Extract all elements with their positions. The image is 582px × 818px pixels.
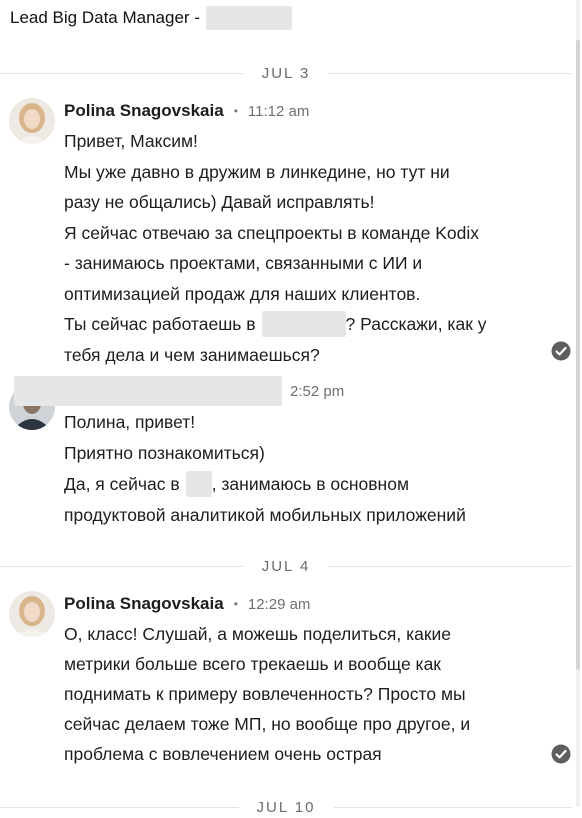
separator-dot: •: [233, 104, 238, 118]
date-separator: JUL 4: [0, 555, 573, 577]
timestamp: 2:52 pm: [290, 382, 345, 400]
redacted-block: [185, 471, 212, 497]
conversation-header: Lead Big Data Manager -: [10, 6, 292, 30]
message-line: Приятно познакомиться): [64, 443, 265, 463]
message-line: проблема с вовлечением очень острая: [64, 744, 382, 764]
message-fragment: Ты сейчас работаешь в: [64, 314, 256, 334]
message-line: оптимизацией продаж для наших клиентов.: [64, 284, 421, 304]
date-label: JUL 3: [261, 64, 311, 82]
message-line: Полина, привет!: [64, 412, 196, 432]
message-line: Я сейчас отвечаю за спецпроекты в команд…: [64, 223, 480, 243]
message-item: Polina Snagovskaia • 11:12 am Привет, Ма…: [0, 96, 572, 366]
message-line: - занимаюсь проектами, связанными с ИИ и: [64, 253, 423, 273]
message-fragment: ? Расскажи, как у: [345, 314, 487, 334]
scrollbar[interactable]: [576, 0, 580, 807]
timestamp: 11:12 am: [247, 102, 310, 120]
sender-name[interactable]: Polina Snagovskaia: [64, 101, 224, 121]
message-line: тебя дела и чем занимаешься?: [64, 345, 320, 365]
message-line: О, класс! Слушай, а можешь поделиться, к…: [64, 624, 452, 644]
message-item: 2:52 pm Полина, привет! Приятно познаком…: [0, 376, 572, 536]
message-line: Мы уже давно в дружим в линкедине, но ту…: [64, 162, 450, 182]
message-fragment: Да, я сейчас в: [64, 474, 180, 494]
message-line: метрики больше всего трекаешь и вообще к…: [64, 654, 441, 674]
avatar[interactable]: [9, 98, 55, 144]
message-line: продуктовой аналитикой мобильных приложе…: [64, 505, 466, 525]
separator-dot: •: [233, 597, 238, 611]
header-title: Lead Big Data Manager -: [10, 8, 200, 27]
message-line: Да, я сейчас в , занимаюсь в основном: [64, 469, 409, 499]
message-header: Polina Snagovskaia • 11:12 am: [64, 98, 309, 124]
date-label: JUL 4: [261, 557, 311, 575]
message-line: поднимать к примеру вовлеченность? Прост…: [64, 684, 466, 704]
check-circle-icon: [551, 744, 571, 764]
date-separator: JUL 10: [0, 796, 573, 818]
redacted-block: [205, 6, 292, 30]
message-line: разу не общались) Давай исправлять!: [64, 192, 375, 212]
message-line: сейчас делаем тоже МП, но вообще про дру…: [64, 714, 471, 734]
check-circle-icon: [551, 341, 571, 361]
message-line: Ты сейчас работаешь в ? Расскажи, как у: [64, 309, 486, 339]
redacted-block: [261, 311, 346, 337]
message-item: Polina Snagovskaia • 12:29 am О, класс! …: [0, 589, 572, 779]
avatar[interactable]: [9, 591, 55, 637]
message-fragment: , занимаюсь в основном: [211, 474, 409, 494]
message-line: Привет, Максим!: [64, 131, 198, 151]
redacted-sender: [14, 376, 282, 406]
message-header: 2:52 pm: [14, 376, 345, 406]
date-label: JUL 10: [256, 798, 316, 816]
timestamp: 12:29 am: [247, 595, 311, 613]
message-header: Polina Snagovskaia • 12:29 am: [64, 591, 310, 617]
date-separator: JUL 3: [0, 62, 573, 84]
scrollbar-thumb[interactable]: [576, 40, 580, 670]
sender-name[interactable]: Polina Snagovskaia: [64, 594, 224, 614]
